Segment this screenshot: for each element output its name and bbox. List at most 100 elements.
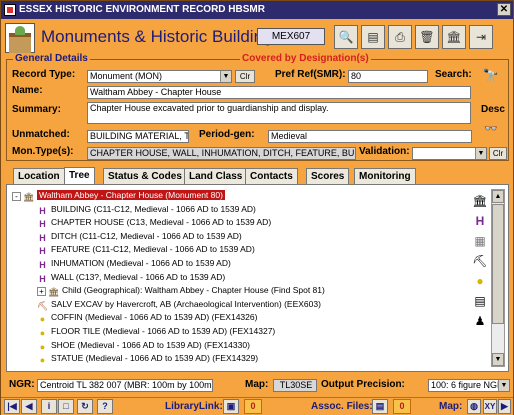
tree-item-label: FEATURE (C11-C12, Medieval - 1066 AD to … — [51, 244, 255, 255]
tab-monitoring[interactable]: Monitoring — [354, 168, 416, 184]
tree-scrollbar[interactable]: ▲ ▼ — [491, 189, 505, 367]
ngr-bar: NGR: Centroid TL 382 007 (MBR: 100m by 1… — [1, 376, 513, 396]
collapse-icon[interactable]: - — [12, 192, 21, 201]
report-icon[interactable]: ▤ — [361, 25, 385, 49]
next-record-icon[interactable]: ▶ — [498, 399, 511, 414]
tree-item-label: INHUMATION (Medieval - 1066 AD to 1539 A… — [51, 258, 231, 268]
chevron-down-icon[interactable]: ▼ — [498, 380, 509, 391]
tree-item-label: BUILDING (C11-C12, Medieval - 1066 AD to… — [51, 203, 256, 214]
montype-icon: H — [39, 205, 46, 216]
tree-item[interactable]: ● STATUE (Medieval - 1066 AD to 1539 AD) … — [37, 352, 259, 365]
xy-button[interactable]: XY — [483, 399, 497, 414]
previous-record-icon[interactable]: ◀ — [21, 399, 37, 414]
grid-tree-icon[interactable]: ▦ — [471, 233, 489, 249]
source-tree-icon[interactable]: ▤ — [471, 293, 489, 309]
chevron-down-icon[interactable]: ▼ — [475, 148, 486, 159]
new-record-icon[interactable]: □ — [58, 399, 74, 414]
name-field[interactable]: Waltham Abbey - Chapter House — [87, 86, 471, 99]
people-tree-icon[interactable]: ♟ — [471, 313, 489, 329]
form-header: Monuments & Historic Buildings MEX607 🔍 ▤… — [1, 20, 513, 56]
record-type-select[interactable]: Monument (MON) ▼ — [87, 70, 232, 83]
tree-item-label: SHOE (Medieval - 1066 AD to 1539 AD) (FE… — [51, 339, 250, 350]
montype-icon: H — [39, 219, 46, 230]
window-title: ESSEX HISTORIC ENVIRONMENT RECORD HBSMR — [19, 4, 265, 15]
tree-item[interactable]: ● FLOOR TILE (Medieval - 1066 AD to 1539 … — [37, 325, 275, 338]
title-bar: ESSEX HISTORIC ENVIRONMENT RECORD HBSMR … — [1, 1, 513, 19]
tab-tree[interactable]: Tree — [64, 167, 95, 184]
main-window: ESSEX HISTORIC ENVIRONMENT RECORD HBSMR … — [0, 0, 514, 415]
print-icon[interactable]: ⎙ — [388, 25, 412, 49]
record-tree: - 🏛 Waltham Abbey - Chapter House (Monumen… — [10, 189, 486, 369]
tab-status-codes[interactable]: Status & Codes — [103, 168, 187, 184]
general-details-legend: General Details — [13, 53, 90, 64]
nav-map-label: Map: — [439, 401, 463, 412]
tree-item[interactable]: ● SHOE (Medieval - 1066 AD to 1539 AD) (F… — [37, 339, 250, 352]
tab-location[interactable]: Location — [13, 168, 65, 184]
record-type-clear-button[interactable]: Clr — [235, 70, 255, 83]
delete-icon[interactable]: 🗑 — [415, 25, 439, 49]
event-tree-icon[interactable]: ⛏ — [471, 253, 489, 269]
ngr-field[interactable]: Centroid TL 382 007 (MBR: 100m by 100m) — [37, 379, 213, 392]
montype-icon: H — [39, 260, 46, 270]
tab-contacts[interactable]: Contacts — [245, 168, 298, 184]
print-preview-icon[interactable]: 🔍 — [334, 25, 358, 49]
assoc-files-count: 0 — [393, 399, 411, 414]
first-record-icon[interactable]: |◀ — [4, 399, 20, 414]
unmatched-label: Unmatched: — [12, 129, 70, 140]
chevron-down-icon[interactable]: ▼ — [220, 71, 231, 82]
monument-icon[interactable]: 🏛 — [442, 25, 466, 49]
glasses-icon[interactable]: 👓 — [481, 120, 501, 138]
designation-notice: Covered by Designation(s) — [240, 53, 371, 64]
app-icon — [4, 4, 16, 16]
record-type-value: Monument (MON) — [90, 71, 163, 81]
pref-ref-field[interactable]: 80 — [348, 70, 428, 83]
help-icon[interactable]: ? — [97, 399, 113, 414]
info-icon[interactable]: i — [41, 399, 57, 414]
expand-icon[interactable]: + — [37, 287, 46, 297]
tree-item[interactable]: H DITCH (C11-C12, Medieval - 1066 AD to 1… — [37, 230, 241, 243]
tree-panel: - 🏛 Waltham Abbey - Chapter House (Monumen… — [6, 184, 509, 372]
period-gen-field[interactable]: Medieval — [268, 130, 472, 143]
binoculars-icon[interactable]: 🔭 — [481, 67, 501, 85]
tree-item[interactable]: ● COFFIN (Medieval - 1066 AD to 1539 AD) … — [37, 311, 258, 324]
files-icon[interactable]: ▤ — [372, 399, 388, 414]
tree-item[interactable]: ⛏ SALV EXCAV by Havercroft, AB (Archaeolo… — [37, 298, 321, 311]
monument-icon: 🏛 — [48, 287, 60, 298]
tree-item[interactable]: + 🏛 Child (Geographical): Waltham Abbey - … — [37, 284, 325, 298]
summary-field[interactable]: Chapter House excavated prior to guardia… — [87, 102, 471, 124]
tree-item[interactable]: H BUILDING (C11-C12, Medieval - 1066 AD t… — [37, 203, 256, 216]
scroll-up-icon[interactable]: ▲ — [492, 190, 504, 203]
tab-land-class[interactable]: Land Class — [184, 168, 248, 184]
montype-icon: H — [39, 273, 46, 284]
globe-icon[interactable]: ◍ — [467, 399, 481, 414]
find-tree-icon[interactable]: ● — [471, 273, 489, 289]
general-details-group: General Details Covered by Designation(s… — [6, 53, 509, 161]
tree-item-label: SALV EXCAV by Havercroft, AB (Archaeolog… — [51, 298, 321, 309]
montype-icon: H — [39, 232, 46, 243]
montype-tree-icon[interactable]: H — [471, 213, 489, 229]
record-code-field: MEX607 — [257, 28, 325, 45]
scroll-thumb[interactable] — [492, 204, 504, 324]
tree-item[interactable]: H WALL (C13?, Medieval - 1066 AD to 1539 … — [37, 271, 225, 284]
close-button[interactable]: ✕ — [497, 3, 511, 16]
scroll-down-icon[interactable]: ▼ — [492, 353, 504, 366]
validation-select[interactable]: ▼ — [412, 147, 487, 160]
unmatched-field[interactable]: BUILDING MATERIAL, T — [87, 130, 189, 143]
tree-item[interactable]: H INHUMATION (Medieval - 1066 AD to 1539 … — [37, 257, 231, 270]
name-label: Name: — [12, 85, 43, 96]
validation-label: Validation: — [359, 146, 410, 157]
tree-item-label: STATUE (Medieval - 1066 AD to 1539 AD) (… — [51, 353, 259, 364]
tree-item[interactable]: - 🏛 Waltham Abbey - Chapter House (Monumen… — [12, 189, 225, 202]
monument-tree-icon[interactable]: 🏛 — [471, 193, 489, 209]
mon-type-field: CHAPTER HOUSE, WALL, INHUMATION, DITCH, … — [87, 147, 356, 160]
library-icon[interactable]: ▣ — [223, 399, 239, 414]
tab-scores[interactable]: Scores — [306, 168, 350, 184]
output-precision-value: 100: 6 figure NGR — [431, 380, 504, 390]
refresh-icon[interactable]: ↻ — [77, 399, 93, 414]
exit-icon[interactable]: ⇥ — [469, 25, 493, 49]
output-precision-select[interactable]: 100: 6 figure NGR ▼ — [428, 379, 510, 392]
validation-clear-button[interactable]: Clr — [489, 147, 507, 160]
tree-item[interactable]: H FEATURE (C11-C12, Medieval - 1066 AD to… — [37, 243, 255, 256]
tree-item[interactable]: H CHAPTER HOUSE (C13, Medieval - 1066 AD … — [37, 216, 271, 230]
map-label: Map: — [245, 379, 269, 390]
